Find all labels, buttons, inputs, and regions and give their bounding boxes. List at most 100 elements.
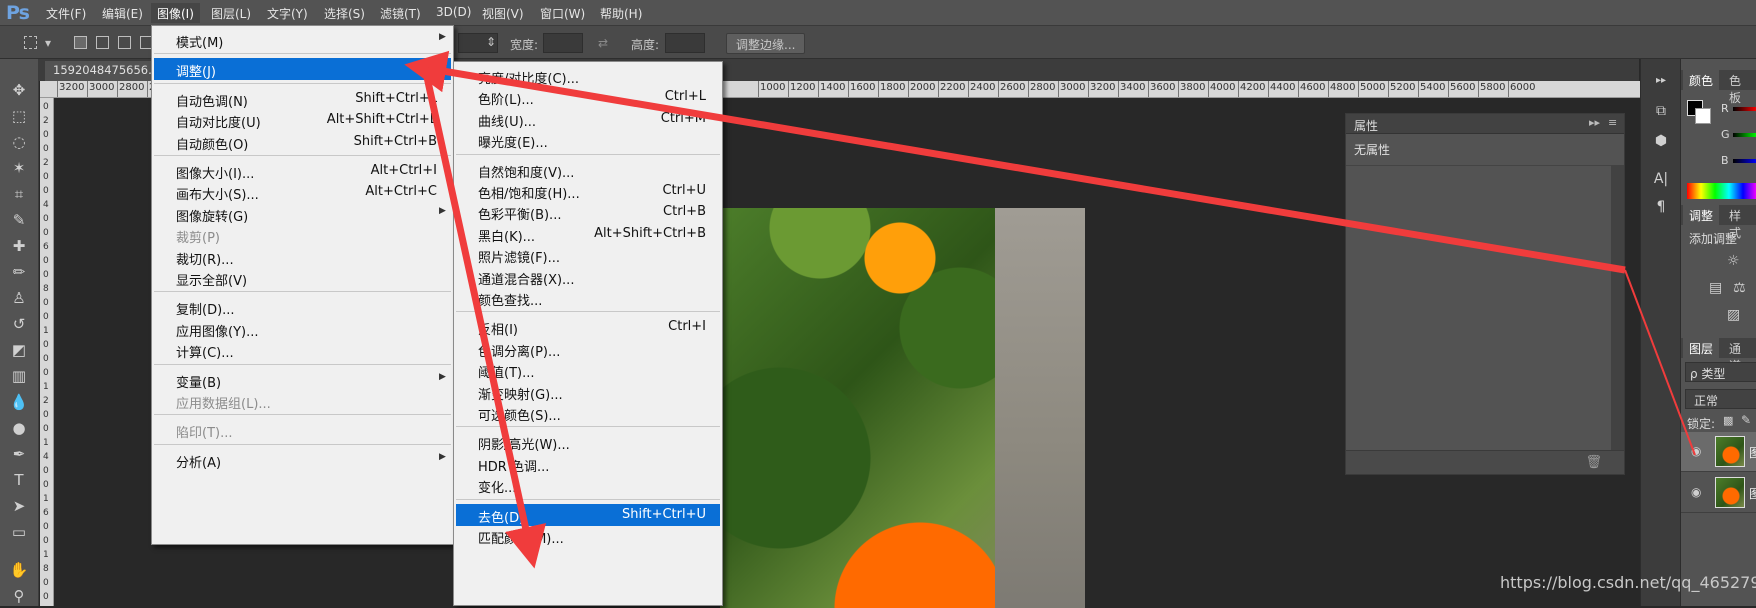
menu-item[interactable]: 调整(J) ▶ [154, 58, 451, 81]
menu-type[interactable]: 文字(Y) [261, 3, 314, 23]
brightness-adjust-icon[interactable]: ☼ [1727, 253, 1740, 269]
layer-row[interactable]: ◉ 图 [1681, 473, 1756, 513]
menu-item[interactable]: 阈值(T)... [456, 359, 720, 381]
move-tool-icon[interactable]: ✥ [8, 79, 30, 101]
eraser-icon[interactable]: ◩ [8, 339, 30, 361]
menu-item[interactable]: 图像大小(I)... Alt+Ctrl+I [154, 160, 451, 182]
eyedropper-icon[interactable]: ✎ [8, 209, 30, 231]
menu-item[interactable]: 应用图像(Y)... [154, 318, 451, 340]
width-field[interactable] [543, 33, 583, 53]
menu-item[interactable]: 显示全部(V) [154, 267, 451, 289]
layer-row[interactable]: ◉ 图 [1681, 432, 1756, 472]
menu-item[interactable]: 计算(C)... [154, 339, 451, 361]
tab-adjustments[interactable]: 调整 [1683, 205, 1720, 225]
menu-item[interactable]: 画布大小(S)... Alt+Ctrl+C [154, 181, 451, 203]
menu-item[interactable]: 色相/饱和度(H)... Ctrl+U [456, 180, 720, 202]
menu-item[interactable]: 图像旋转(G) ▶ [154, 203, 451, 225]
menu-item[interactable]: 自动对比度(U) Alt+Shift+Ctrl+L [154, 109, 451, 131]
type-tool-icon[interactable]: T [8, 469, 30, 491]
menu-item[interactable]: 裁切(R)... [154, 246, 451, 268]
menu-3d[interactable]: 3D(D) [430, 3, 477, 23]
menu-filter[interactable]: 滤镜(T) [374, 3, 427, 23]
menu-image[interactable]: 图像(I) [151, 3, 200, 23]
swap-icon[interactable]: ⇄ [598, 36, 608, 50]
tab-channels[interactable]: 通道 [1723, 338, 1756, 373]
marquee-preset-icon[interactable] [24, 36, 37, 49]
red-slider[interactable] [1733, 107, 1756, 111]
menu-item[interactable]: 通道混合器(X)... [456, 266, 720, 288]
healing-brush-icon[interactable]: ✚ [8, 235, 30, 257]
trash-icon[interactable]: 🗑 [1585, 455, 1602, 470]
menu-help[interactable]: 帮助(H) [594, 3, 648, 23]
photo-filter-icon[interactable]: ▨ [1727, 307, 1740, 323]
tab-swatches[interactable]: 色板 [1723, 70, 1756, 105]
color-spectrum[interactable] [1687, 183, 1756, 199]
3d-panel-icon[interactable]: ⬢ [1648, 129, 1674, 153]
magic-wand-icon[interactable]: ✶ [8, 157, 30, 179]
character-panel-icon[interactable]: A| [1648, 167, 1674, 191]
menu-item[interactable]: 去色(D) Shift+Ctrl+U [456, 503, 720, 526]
menu-item[interactable]: 模式(M) ▶ [154, 29, 451, 51]
crop-tool-icon[interactable]: ⌗ [8, 183, 30, 205]
blend-mode-select[interactable]: 正常 [1685, 389, 1756, 409]
lock-pixels-icon[interactable]: ✎ [1741, 413, 1751, 427]
visibility-eye-icon[interactable]: ◉ [1691, 485, 1701, 499]
subtract-selection-icon[interactable] [118, 36, 131, 49]
panel-menu-icon[interactable]: ≡ [1608, 116, 1617, 129]
menu-item[interactable]: 色调分离(P)... [456, 338, 720, 360]
menu-item[interactable]: 反相(I) Ctrl+I [456, 316, 720, 338]
path-select-icon[interactable]: ➤ [8, 495, 30, 517]
menu-item[interactable]: HDR 色调... [456, 453, 720, 475]
menu-item[interactable]: 分析(A) ▶ [154, 449, 451, 471]
menu-item[interactable]: 阴影/高光(W)... [456, 431, 720, 453]
tab-layers[interactable]: 图层 [1683, 338, 1720, 358]
dropdown-arrow-icon[interactable]: ▾ [45, 36, 51, 50]
green-slider[interactable] [1733, 133, 1756, 137]
dock-collapse-icon[interactable]: ▸▸ [1648, 69, 1674, 93]
menu-item[interactable]: 色彩平衡(B)... Ctrl+B [456, 201, 720, 223]
menu-item[interactable]: 颜色查找... [456, 287, 720, 309]
menu-item[interactable]: 可选颜色(S)... [456, 402, 720, 424]
lasso-tool-icon[interactable]: ◌ [8, 131, 30, 153]
dodge-tool-icon[interactable]: ● [8, 417, 30, 439]
menu-item[interactable]: 自动色调(N) Shift+Ctrl+L [154, 88, 451, 110]
menu-item[interactable]: 曲线(U)... Ctrl+M [456, 108, 720, 130]
balance-adjust-icon[interactable]: ⚖ [1733, 280, 1746, 296]
paragraph-panel-icon[interactable]: ¶ [1648, 195, 1674, 219]
add-selection-icon[interactable] [96, 36, 109, 49]
tab-styles[interactable]: 样式 [1723, 205, 1756, 240]
menu-item[interactable]: 复制(D)... [154, 296, 451, 318]
blur-tool-icon[interactable]: 💧 [8, 391, 30, 413]
menu-item[interactable]: 亮度/对比度(C)... [456, 65, 720, 87]
menu-item[interactable]: 自动颜色(O) Shift+Ctrl+B [154, 131, 451, 153]
panel-collapse-icon[interactable]: ▸▸ [1589, 116, 1600, 129]
menu-item[interactable]: 照片滤镜(F)... [456, 244, 720, 266]
new-selection-icon[interactable] [74, 36, 87, 49]
hand-tool-icon[interactable]: ✋ [8, 559, 30, 581]
menu-window[interactable]: 窗口(W) [534, 3, 591, 23]
menu-layer[interactable]: 图层(L) [205, 3, 257, 23]
clone-stamp-icon[interactable]: ♙ [8, 287, 30, 309]
blue-slider[interactable] [1733, 159, 1756, 163]
height-field[interactable] [665, 33, 705, 53]
history-brush-icon[interactable]: ↺ [8, 313, 30, 335]
layer-kind-filter[interactable]: ρ 类型 [1685, 362, 1756, 382]
menu-select[interactable]: 选择(S) [318, 3, 371, 23]
menu-item[interactable]: 自然饱和度(V)... [456, 159, 720, 181]
visibility-eye-icon[interactable]: ◉ [1691, 444, 1701, 458]
pen-tool-icon[interactable]: ✒ [8, 443, 30, 465]
brush-tool-icon[interactable]: ✏ [8, 261, 30, 283]
levels-adjust-icon[interactable]: ▤ [1709, 280, 1722, 296]
marquee-tool-icon[interactable]: ⬚ [8, 105, 30, 127]
menu-item[interactable]: 匹配颜色(M)... [456, 525, 720, 547]
properties-scrollbar[interactable] [1611, 165, 1624, 450]
shape-tool-icon[interactable]: ▭ [8, 521, 30, 543]
menu-item[interactable]: 变量(B) ▶ [154, 369, 451, 391]
menu-edit[interactable]: 编辑(E) [96, 3, 149, 23]
menu-view[interactable]: 视图(V) [476, 3, 530, 23]
zoom-tool-icon[interactable]: ⚲ [8, 585, 30, 607]
menu-item[interactable]: 曝光度(E)... [456, 129, 720, 151]
menu-file[interactable]: 文件(F) [40, 3, 92, 23]
lock-transparent-icon[interactable]: ▩ [1723, 414, 1733, 427]
tab-color[interactable]: 颜色 [1683, 70, 1720, 90]
